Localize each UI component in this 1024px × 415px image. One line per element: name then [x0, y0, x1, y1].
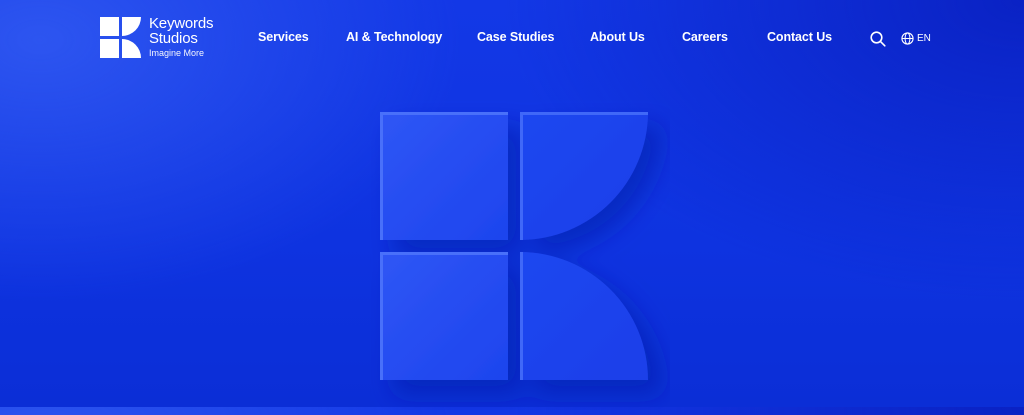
site-header: Keywords Studios Imagine More Services A…	[0, 0, 1024, 78]
hero-logo-sculpture	[370, 100, 670, 415]
nav-item-contact-us[interactable]: Contact Us	[767, 30, 832, 44]
language-label: EN	[917, 33, 931, 44]
nav-item-case-studies[interactable]: Case Studies	[477, 30, 554, 44]
hero-k-logo-icon	[380, 112, 648, 380]
nav-item-ai-technology[interactable]: AI & Technology	[346, 30, 442, 44]
keywords-logo-mark-icon	[100, 17, 141, 58]
brand-tagline: Imagine More	[149, 48, 205, 58]
brand-name-line2: Studios	[149, 30, 198, 47]
language-selector[interactable]: EN	[901, 32, 931, 45]
site-logo[interactable]: Keywords Studios Imagine More	[100, 16, 213, 59]
nav-item-about-us[interactable]: About Us	[590, 30, 645, 44]
nav-item-services[interactable]: Services	[258, 30, 309, 44]
search-icon	[870, 31, 886, 47]
brand-name-line1: Keywords	[149, 15, 214, 32]
globe-icon	[901, 32, 914, 45]
logo-text: Keywords Studios Imagine More	[149, 16, 213, 59]
nav-item-careers[interactable]: Careers	[682, 30, 728, 44]
search-button[interactable]	[870, 31, 886, 47]
